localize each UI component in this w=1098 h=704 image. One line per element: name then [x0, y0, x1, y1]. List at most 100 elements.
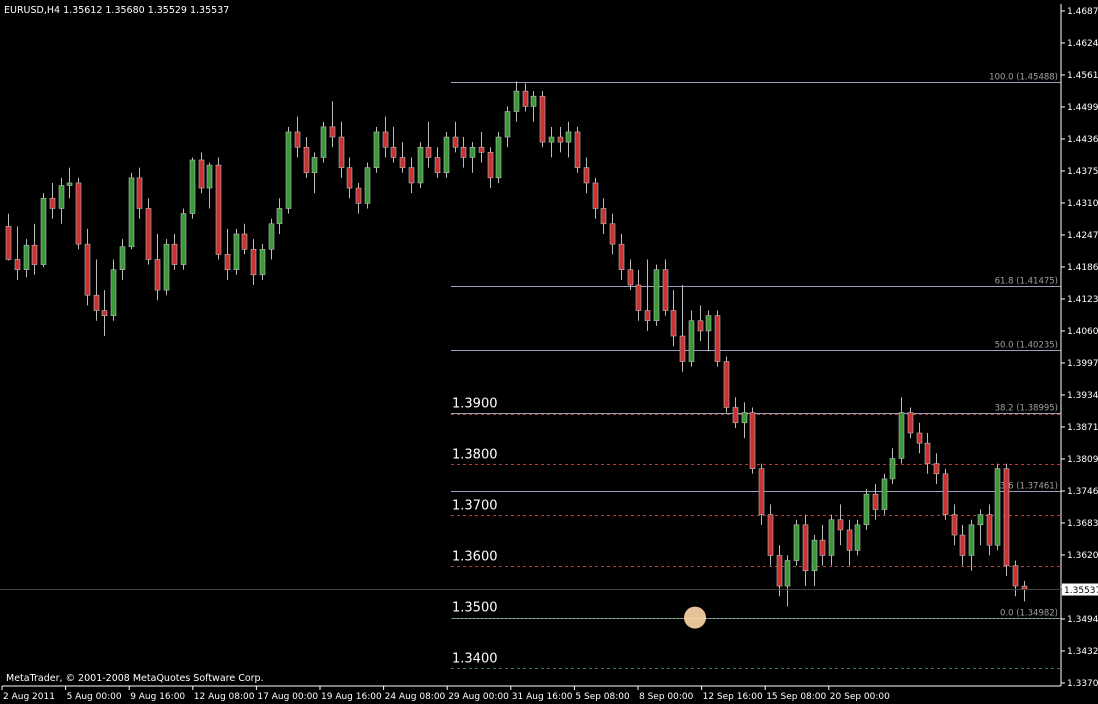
candle-body [758, 468, 765, 515]
y-tick-label: 1.36205 [1067, 551, 1098, 561]
fib-level-label: 50.0 (1.40235) [995, 341, 1058, 351]
candle-body [723, 361, 730, 408]
candle-body [49, 197, 56, 209]
candle-body [837, 519, 844, 531]
round-level-label: 1.3900 [452, 397, 498, 412]
candle-body [872, 493, 879, 510]
candle-body [460, 146, 467, 158]
candle-body [959, 534, 966, 556]
candle-body [548, 136, 555, 143]
candle-body [233, 233, 240, 270]
candle-body [1021, 585, 1028, 590]
candle-body [434, 157, 441, 174]
candle-body [662, 269, 669, 311]
y-tick-label: 1.43105 [1067, 199, 1098, 209]
candle-body [355, 187, 362, 204]
y-tick-label: 1.37465 [1067, 487, 1098, 497]
candle-body [1012, 565, 1019, 587]
candle-body [933, 463, 940, 475]
y-tick-label: 1.39340 [1067, 391, 1098, 401]
candle-body [31, 244, 38, 265]
candle-body [93, 294, 100, 311]
candle-body [986, 514, 993, 546]
candle-body [399, 157, 406, 168]
candle-body [145, 208, 152, 260]
fib-level-label: 61.8 (1.41475) [995, 277, 1058, 287]
chart-axes: 1.46870 1.46240 1.45610 1.44990 1.44365 1.437… [0, 4, 1098, 702]
candle-body [732, 407, 739, 424]
candle-body [714, 315, 721, 362]
x-tick-label: 19 Aug 16:00 [321, 692, 382, 702]
y-tick-label: 1.36835 [1067, 519, 1098, 529]
candle-body [522, 90, 529, 107]
chart-canvas[interactable]: 100.0 (1.45488) 61.8 (1.41475) 50.0 (1.402… [0, 0, 1098, 704]
candle-body [609, 223, 616, 245]
candle-body [557, 136, 564, 143]
candle-body [452, 136, 459, 148]
candle-body [889, 458, 896, 480]
candle-body [819, 539, 826, 556]
y-tick-label: 1.38095 [1067, 455, 1098, 465]
candle-body [924, 442, 931, 464]
candle-body [268, 223, 275, 250]
candle-body [469, 146, 476, 158]
y-tick-label: 1.44365 [1067, 135, 1098, 145]
candle-body [346, 167, 353, 189]
x-tick-label: 8 Sep 00:00 [639, 692, 694, 702]
fib-level-label: 0.0 (1.34982) [1000, 609, 1058, 619]
candle-body [241, 233, 248, 250]
candle-body [478, 146, 485, 153]
x-tick-label: 29 Aug 00:00 [448, 692, 509, 702]
candle-body [294, 131, 301, 148]
x-tick-label: 5 Sep 08:00 [575, 692, 630, 702]
candle-body [802, 524, 809, 572]
candle-body [811, 539, 818, 572]
candle-body [224, 254, 231, 270]
x-tick-label: 12 Sep 16:00 [703, 692, 763, 702]
candle-body [408, 167, 415, 184]
candle-body [635, 284, 642, 311]
candle-body [592, 182, 599, 209]
candle-body [565, 131, 572, 143]
candle-body [513, 90, 520, 112]
candle-body [881, 478, 888, 510]
candle-body [697, 320, 704, 332]
candle-body [303, 146, 310, 174]
candle-body [180, 213, 187, 265]
candle-body [846, 529, 853, 551]
candle-body [5, 226, 12, 260]
candle-body [443, 136, 450, 174]
candle-body [539, 95, 546, 143]
y-tick-label: 1.44990 [1067, 103, 1098, 113]
swing-low-circle [684, 606, 706, 629]
candle-body [495, 136, 502, 179]
y-tick-label: 1.34320 [1067, 647, 1098, 657]
candle-body [84, 243, 91, 296]
candle-body [600, 208, 607, 225]
candle-body [373, 131, 380, 168]
candle-body [382, 131, 389, 148]
candle-body [364, 167, 371, 204]
round-level-label: 1.3500 [452, 601, 498, 616]
candle-body [828, 519, 835, 556]
copyright-label: MetaTrader, © 2001-2008 MetaQuotes Softw… [6, 673, 264, 684]
candle-body [776, 555, 783, 587]
round-level-label: 1.3600 [452, 550, 498, 565]
x-tick-label: 24 Aug 08:00 [385, 692, 446, 702]
round-level-label: 1.3700 [452, 499, 498, 514]
x-tick-label: 20 Sep 00:00 [830, 692, 890, 702]
y-tick-label: 1.33700 [1067, 679, 1098, 689]
candle-body [574, 131, 581, 168]
y-tick-label: 1.46870 [1067, 7, 1098, 17]
x-tick-label: 9 Aug 16:00 [130, 692, 185, 702]
candle-body [14, 259, 21, 270]
candle-body [101, 310, 108, 316]
candle-body [504, 111, 511, 138]
candle-body [487, 152, 494, 179]
y-tick-label: 1.42475 [1067, 231, 1098, 241]
candle-body [784, 560, 791, 587]
candle-body [425, 146, 432, 158]
candle-body [907, 412, 914, 434]
y-tick-label: 1.45610 [1067, 71, 1098, 81]
candle-body [329, 126, 336, 138]
